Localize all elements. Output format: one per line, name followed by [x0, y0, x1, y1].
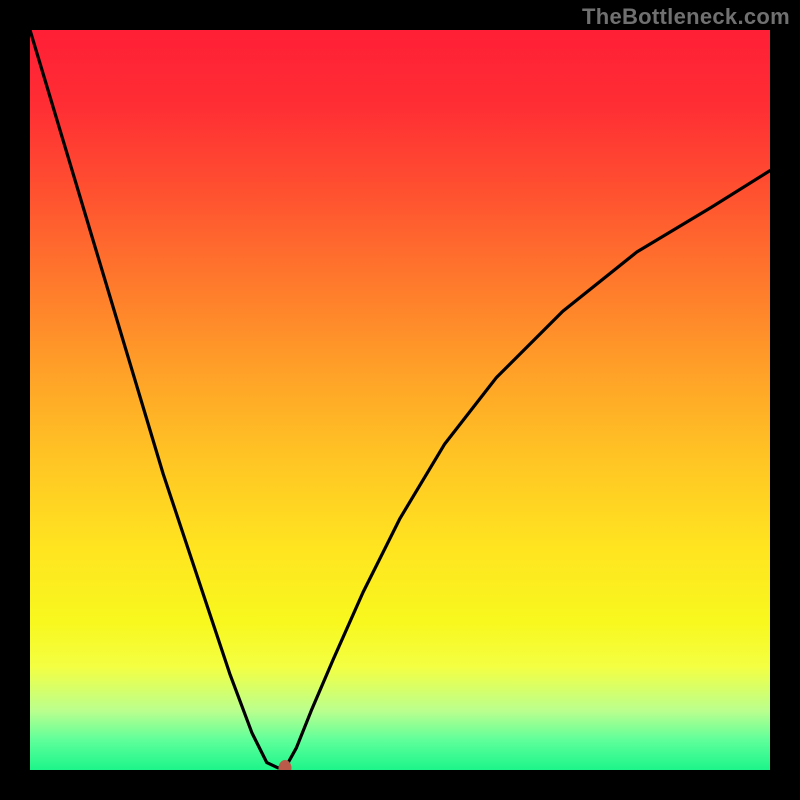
minimum-marker [279, 760, 292, 770]
bottleneck-curve [30, 30, 770, 770]
plot-area [30, 30, 770, 770]
watermark-text: TheBottleneck.com [582, 4, 790, 30]
chart-frame: TheBottleneck.com [0, 0, 800, 800]
